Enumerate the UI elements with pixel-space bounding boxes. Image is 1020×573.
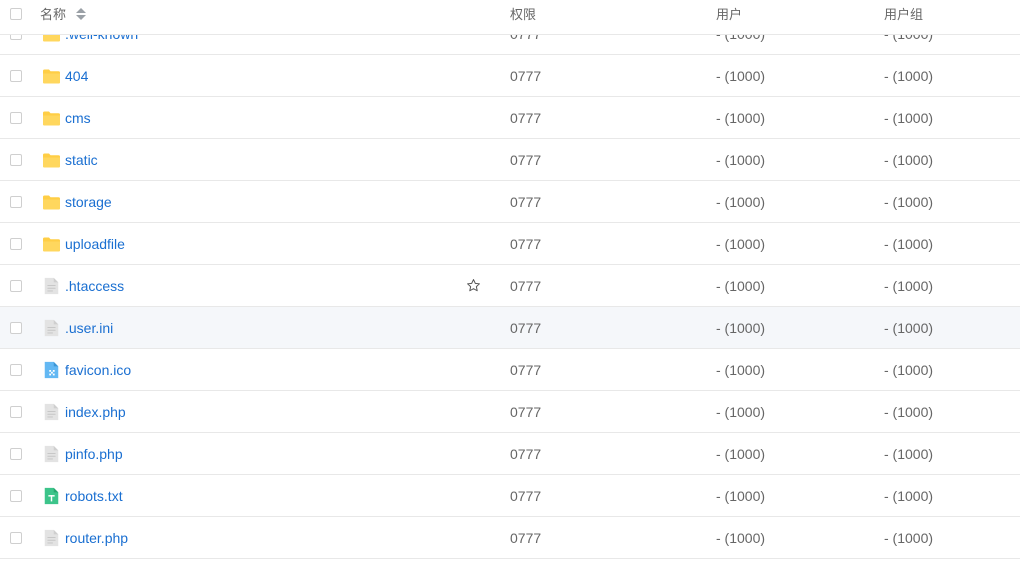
user-cell: - (1000)	[716, 278, 766, 294]
user-cell: - (1000)	[716, 446, 766, 462]
group-cell: - (1000)	[884, 320, 934, 336]
permission-cell: 0777	[510, 152, 542, 168]
file-name-link[interactable]: pinfo.php	[65, 433, 123, 474]
permission-cell: 0777	[510, 446, 542, 462]
file-icon	[42, 445, 61, 463]
table-row[interactable]: .htaccess 0777 - (1000) - (1000)	[0, 265, 1020, 307]
group-cell: - (1000)	[884, 404, 934, 420]
user-cell: - (1000)	[716, 194, 766, 210]
permission-cell: 0777	[510, 236, 542, 252]
column-header-permission: 权限	[510, 7, 537, 22]
folder-icon	[42, 235, 61, 253]
table-row[interactable]: cms 0777 - (1000) - (1000)	[0, 97, 1020, 139]
permission-cell: 0777	[510, 362, 542, 378]
file-icon	[42, 529, 61, 547]
user-cell: - (1000)	[716, 320, 766, 336]
row-checkbox[interactable]	[10, 196, 22, 208]
table-row[interactable]: router.php 0777 - (1000) - (1000)	[0, 517, 1020, 559]
row-checkbox[interactable]	[10, 490, 22, 502]
text-file-icon	[42, 487, 61, 505]
user-cell: - (1000)	[716, 488, 766, 504]
permission-cell: 0777	[510, 404, 542, 420]
group-cell: - (1000)	[884, 488, 934, 504]
row-checkbox[interactable]	[10, 238, 22, 250]
permission-cell: 0777	[510, 320, 542, 336]
permission-cell: 0777	[510, 278, 542, 294]
permission-cell: 0777	[510, 110, 542, 126]
row-checkbox[interactable]	[10, 406, 22, 418]
table-header: 名称 权限 用户 用户组	[0, 0, 1020, 35]
permission-cell: 0777	[510, 488, 542, 504]
column-header-user: 用户	[716, 7, 743, 22]
folder-icon	[42, 109, 61, 127]
file-name-link[interactable]: uploadfile	[65, 223, 125, 264]
group-cell: - (1000)	[884, 194, 934, 210]
permission-cell: 0777	[510, 68, 542, 84]
file-name-link[interactable]: favicon.ico	[65, 349, 131, 390]
table-row[interactable]: .user.ini 0777 - (1000) - (1000)	[0, 307, 1020, 349]
file-name-link[interactable]: router.php	[65, 517, 128, 558]
group-cell: - (1000)	[884, 278, 934, 294]
sort-icon[interactable]	[75, 7, 86, 21]
table-row[interactable]: favicon.ico 0777 - (1000) - (1000)	[0, 349, 1020, 391]
select-all-checkbox[interactable]	[10, 8, 22, 20]
column-header-group: 用户组	[884, 7, 924, 22]
table-row[interactable]: robots.txt 0777 - (1000) - (1000)	[0, 475, 1020, 517]
table-row[interactable]: 404 0777 - (1000) - (1000)	[0, 55, 1020, 97]
file-name-link[interactable]: index.php	[65, 391, 126, 432]
user-cell: - (1000)	[716, 530, 766, 546]
file-name-link[interactable]: .htaccess	[65, 265, 124, 306]
table-row[interactable]: index.php 0777 - (1000) - (1000)	[0, 391, 1020, 433]
user-cell: - (1000)	[716, 362, 766, 378]
user-cell: - (1000)	[716, 404, 766, 420]
folder-icon	[42, 67, 61, 85]
table-row[interactable]: storage 0777 - (1000) - (1000)	[0, 181, 1020, 223]
group-cell: - (1000)	[884, 530, 934, 546]
table-row[interactable]: static 0777 - (1000) - (1000)	[0, 139, 1020, 181]
permission-cell: 0777	[510, 194, 542, 210]
permission-cell: 0777	[510, 530, 542, 546]
group-cell: - (1000)	[884, 68, 934, 84]
file-name-link[interactable]: storage	[65, 181, 112, 222]
user-cell: - (1000)	[716, 236, 766, 252]
file-icon	[42, 277, 61, 295]
folder-icon	[42, 193, 61, 211]
group-cell: - (1000)	[884, 446, 934, 462]
file-name-link[interactable]: .user.ini	[65, 307, 113, 348]
row-checkbox[interactable]	[10, 112, 22, 124]
file-name-link[interactable]: cms	[65, 97, 91, 138]
column-header-name-label: 名称	[40, 7, 67, 22]
row-checkbox[interactable]	[10, 322, 22, 334]
user-cell: - (1000)	[716, 110, 766, 126]
file-name-link[interactable]: static	[65, 139, 98, 180]
group-cell: - (1000)	[884, 362, 934, 378]
table-row[interactable]: pinfo.php 0777 - (1000) - (1000)	[0, 433, 1020, 475]
row-checkbox[interactable]	[10, 280, 22, 292]
file-table: 名称 权限 用户 用户组 .well-known 0777 - (1000) -…	[0, 0, 1020, 573]
row-checkbox[interactable]	[10, 364, 22, 376]
file-name-link[interactable]: 404	[65, 55, 88, 96]
row-checkbox[interactable]	[10, 70, 22, 82]
file-name-link[interactable]: robots.txt	[65, 475, 123, 516]
table-body: .well-known 0777 - (1000) - (1000) 404 0…	[0, 13, 1020, 559]
folder-icon	[42, 151, 61, 169]
table-row[interactable]: uploadfile 0777 - (1000) - (1000)	[0, 223, 1020, 265]
row-checkbox[interactable]	[10, 154, 22, 166]
star-icon[interactable]	[466, 278, 481, 293]
image-file-icon	[42, 361, 61, 379]
user-cell: - (1000)	[716, 68, 766, 84]
file-icon	[42, 403, 61, 421]
row-checkbox[interactable]	[10, 448, 22, 460]
file-icon	[42, 319, 61, 337]
column-header-name[interactable]: 名称	[40, 0, 86, 30]
user-cell: - (1000)	[716, 152, 766, 168]
group-cell: - (1000)	[884, 152, 934, 168]
group-cell: - (1000)	[884, 110, 934, 126]
group-cell: - (1000)	[884, 236, 934, 252]
row-checkbox[interactable]	[10, 532, 22, 544]
